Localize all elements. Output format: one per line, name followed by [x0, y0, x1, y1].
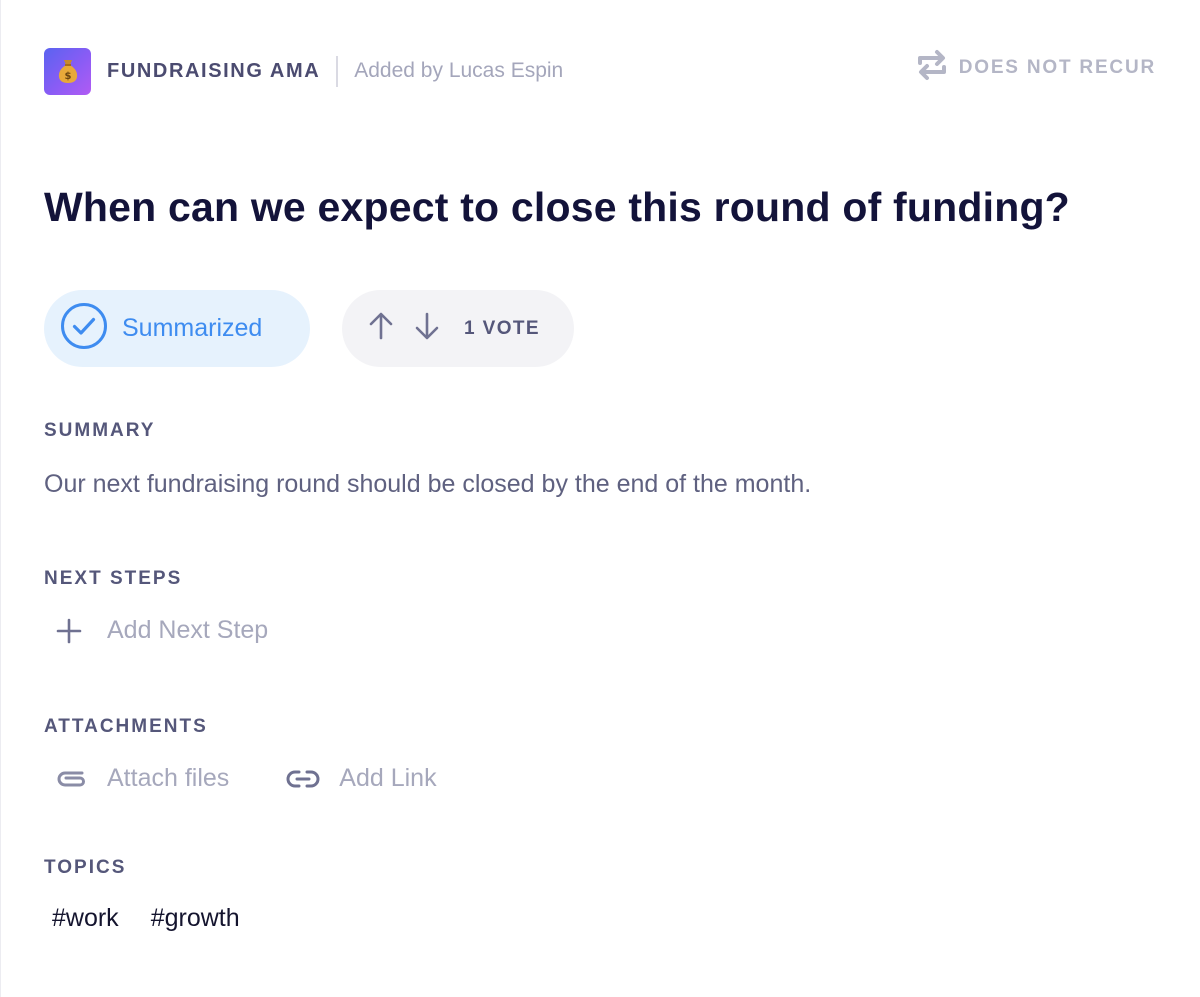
add-next-step-button[interactable]: Add Next Step [56, 616, 268, 645]
attach-files-label: Attach files [107, 764, 230, 792]
topic-tag[interactable]: #growth [151, 904, 240, 933]
add-link-label: Add Link [339, 764, 437, 792]
add-next-step-label: Add Next Step [107, 616, 269, 644]
next-steps-heading: NEXT STEPS [44, 568, 183, 589]
attachment-actions: Attach files Add Link [56, 764, 437, 793]
repeat-icon [917, 48, 947, 88]
question-title[interactable]: When can we expect to close this round o… [44, 184, 1070, 231]
question-header: $ FUNDRAISING AMA Added by Lucas Espin D… [44, 47, 1156, 95]
check-circle-icon [60, 302, 108, 355]
header-divider [336, 55, 339, 87]
recurrence-button[interactable]: DOES NOT RECUR [917, 48, 1156, 88]
question-detail-page: $ FUNDRAISING AMA Added by Lucas Espin D… [0, 0, 1200, 997]
downvote-arrow-icon[interactable] [412, 311, 442, 346]
summary-heading: SUMMARY [44, 420, 156, 441]
status-label: Summarized [122, 314, 263, 342]
upvote-arrow-icon[interactable] [366, 311, 396, 346]
attachments-heading: ATTACHMENTS [44, 716, 208, 737]
topic-tag[interactable]: #work [52, 904, 119, 933]
vote-control: 1 VOTE [342, 290, 574, 367]
recurrence-label: DOES NOT RECUR [958, 57, 1156, 78]
money-bag-icon: $ [44, 47, 91, 95]
svg-text:$: $ [64, 71, 71, 82]
vote-count: 1 VOTE [464, 317, 540, 339]
link-icon [286, 769, 320, 789]
paperclip-icon [56, 769, 88, 789]
summarized-status-button[interactable]: Summarized [44, 290, 310, 367]
summary-text[interactable]: Our next fundraising round should be clo… [44, 470, 811, 499]
plus-icon [56, 618, 82, 644]
added-by-text: Added by Lucas Espin [354, 59, 564, 82]
add-link-button[interactable]: Add Link [286, 764, 437, 793]
group-name[interactable]: FUNDRAISING AMA [107, 60, 320, 83]
status-row: Summarized 1 VOTE [44, 290, 574, 367]
attach-files-button[interactable]: Attach files [56, 764, 229, 793]
topic-tags: #work #growth [52, 904, 240, 933]
topics-heading: TOPICS [44, 857, 127, 878]
